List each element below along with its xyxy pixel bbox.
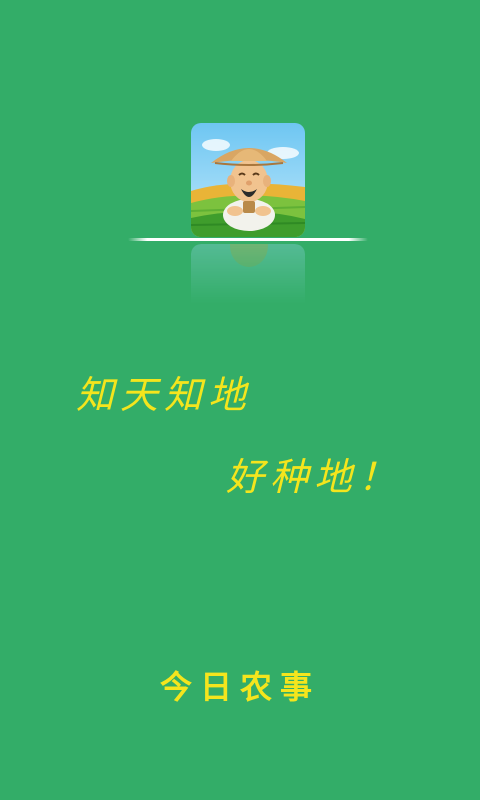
app-logo-reflection [191,244,305,304]
slogan-line-1: 知天知地 [76,373,253,417]
app-logo-farmer-icon [191,123,305,237]
logo-divider [128,238,368,241]
app-name-title: 今日农事 [159,668,320,706]
slogan-line-2: 好种地！ [226,455,403,499]
